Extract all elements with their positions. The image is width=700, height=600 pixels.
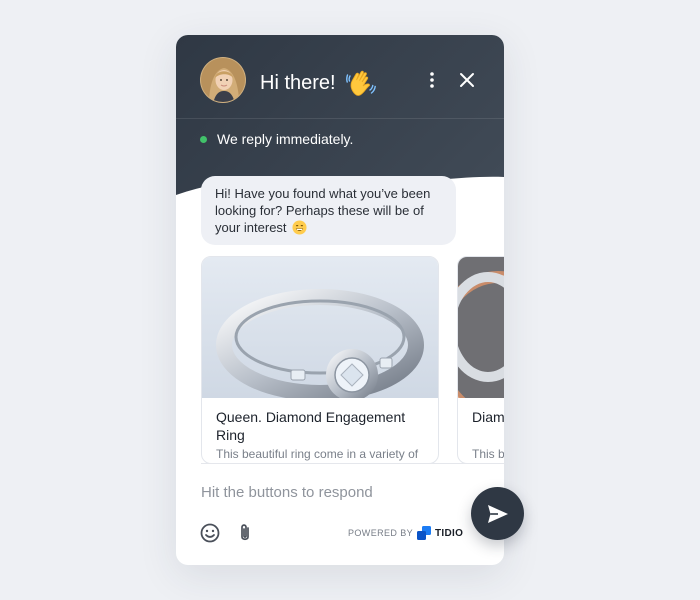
waving-hand-icon bbox=[345, 68, 376, 98]
header-divider bbox=[176, 118, 504, 119]
status-text: We reply immediately. bbox=[217, 131, 354, 147]
product-carousel[interactable]: Queen. Diamond Engagement Ring This beau… bbox=[201, 256, 504, 464]
grinning-face-icon bbox=[292, 220, 307, 235]
smiley-icon bbox=[200, 523, 220, 543]
online-status-dot bbox=[200, 135, 207, 143]
close-icon bbox=[460, 73, 474, 87]
message-bubble: Hi! Have you found what you’ve been look… bbox=[201, 176, 456, 245]
powered-by[interactable]: POWERED BY TIDIO bbox=[348, 525, 463, 541]
header-title-text: Hi there! bbox=[260, 71, 336, 94]
header-title: Hi there! bbox=[260, 68, 376, 98]
product-title: Diam bbox=[472, 409, 504, 425]
product-image bbox=[458, 257, 504, 398]
chat-widget: Hi there! We reply immediately. Hi! Have… bbox=[176, 35, 504, 565]
status-line: We reply immediately. bbox=[200, 131, 353, 147]
close-button[interactable] bbox=[453, 66, 481, 94]
product-description: This b widths bbox=[472, 447, 504, 461]
paperclip-icon bbox=[241, 524, 249, 541]
attach-file-button[interactable] bbox=[234, 522, 256, 544]
tidio-logo-icon bbox=[417, 526, 432, 540]
emoji-button[interactable] bbox=[199, 522, 221, 544]
message-text: Hi! Have you found what you’ve been look… bbox=[215, 186, 431, 235]
product-title: Queen. Diamond Engagement Ring bbox=[216, 409, 406, 443]
vertical-dots-icon bbox=[430, 72, 434, 88]
product-image bbox=[202, 257, 438, 398]
product-card[interactable]: Queen. Diamond Engagement Ring This beau… bbox=[201, 256, 439, 464]
powered-by-label: POWERED BY bbox=[348, 528, 414, 538]
product-card[interactable]: Diam This b widths bbox=[457, 256, 504, 464]
brand-name: TIDIO bbox=[435, 527, 464, 539]
send-icon bbox=[487, 504, 508, 523]
composer-divider bbox=[201, 463, 504, 464]
send-button[interactable] bbox=[471, 487, 524, 540]
message-input[interactable] bbox=[201, 484, 461, 501]
product-description: This beautiful ring come in a variety of bbox=[216, 447, 419, 461]
agent-avatar bbox=[200, 57, 246, 103]
more-options-button[interactable] bbox=[418, 66, 446, 94]
